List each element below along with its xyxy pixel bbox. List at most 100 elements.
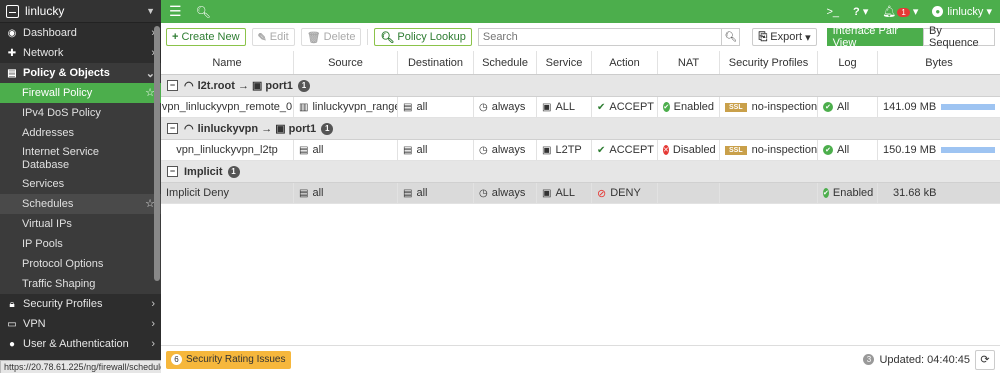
table-row[interactable]: vpn_linluckyvpn_l2tp ▤ all ▤ all ◷ always ▣…: [161, 140, 1000, 161]
chevron-down-icon: ▼: [146, 6, 155, 16]
collapse-icon[interactable]: −: [167, 80, 178, 91]
security-profile-cell: [720, 183, 818, 203]
check-circle-icon: ✔: [823, 145, 833, 155]
check-circle-icon: ✔: [663, 102, 670, 112]
search-icon[interactable]: 🔍︎: [196, 5, 211, 19]
nat-cell: [658, 183, 720, 203]
help-menu[interactable]: ? ▾: [853, 5, 868, 18]
column-header[interactable]: Security Profiles: [720, 51, 818, 74]
group-header[interactable]: − Implicit 1: [161, 161, 1000, 183]
sidebar-item-firewall-policy[interactable]: Firewall Policy ☆: [0, 83, 161, 103]
device-icon: [6, 4, 19, 18]
interface-pair-view-button[interactable]: Interface Pair View: [826, 25, 924, 49]
service-icon: ▣: [542, 187, 552, 199]
bytes-bar: [941, 147, 995, 153]
column-header[interactable]: Destination: [398, 51, 474, 74]
group-count: 1: [227, 165, 240, 178]
group-label: Implicit: [184, 165, 223, 178]
security-profile-cell: SSL no-inspection: [720, 140, 818, 160]
group-header[interactable]: − ◠ l2t.root → ▣ port1 1: [161, 75, 1000, 97]
log-cell: ✔ All: [818, 97, 878, 117]
policy-name: vpn_linluckyvpn_l2tp: [161, 140, 294, 160]
notification-count: 1: [897, 8, 910, 17]
sidebar-scrollbar[interactable]: [154, 26, 160, 281]
sidebar-item-protocol-options[interactable]: Protocol Options: [0, 254, 161, 274]
group-to: port1: [288, 122, 317, 135]
sidebar-item-policy-objects[interactable]: ▤ Policy & Objects ⌄: [0, 63, 161, 83]
check-icon: ✔: [597, 101, 606, 113]
clock-icon: ◷: [479, 144, 488, 156]
create-new-button[interactable]: + Create New: [166, 28, 246, 46]
destination-cell: ▤ all: [398, 183, 474, 203]
sidebar-item-label: Internet Service Database: [22, 145, 100, 171]
sidebar-item-user-authentication[interactable]: ● User & Authentication ›: [0, 334, 161, 354]
chevron-right-icon: ›: [151, 318, 155, 330]
sidebar-item-ipv4-dos-policy[interactable]: IPv4 DoS Policy: [0, 103, 161, 123]
sidebar-item-schedules[interactable]: Schedules ☆: [0, 194, 161, 214]
sidebar-item-label: Schedules: [22, 197, 74, 210]
search-input[interactable]: [478, 29, 722, 45]
group-count: 1: [321, 122, 334, 135]
column-header[interactable]: Name: [161, 51, 294, 74]
policy-lookup-button[interactable]: 🔍︎ Policy Lookup: [374, 28, 472, 46]
column-header[interactable]: Action: [592, 51, 658, 74]
notifications[interactable]: 🔔︎ 1 ▾: [882, 5, 918, 18]
column-header[interactable]: Service: [537, 51, 592, 74]
table-row[interactable]: vpn_linluckyvpn_remote_0 ▥ linluckyvpn_ra…: [161, 97, 1000, 118]
sidebar-item-label: Services: [22, 177, 65, 190]
sidebar-item-ip-pools[interactable]: IP Pools: [0, 234, 161, 254]
group-header[interactable]: − ◠ linluckyvpn → ▣ port1 1: [161, 118, 1000, 140]
table-row[interactable]: Implicit Deny ▤ all ▤ all ◷ always ▣ ALL ⊘ DE…: [161, 183, 1000, 204]
sidebar-item-network[interactable]: ✚ Network ›: [0, 43, 161, 63]
sidebar-item-label: Security Profiles: [23, 298, 103, 310]
device-name: linlucky: [25, 4, 65, 18]
bytes-cell: 31.68 kB: [893, 187, 937, 199]
service-icon: ▣: [542, 101, 552, 113]
updated-time: Updated: 04:40:45: [879, 353, 970, 366]
sidebar-item-dashboard[interactable]: ◉ Dashboard ›: [0, 23, 161, 43]
sidebar-item-internet-service-database[interactable]: Internet Service Database: [0, 143, 161, 174]
column-header[interactable]: NAT: [658, 51, 720, 74]
service-icon: ▣: [542, 144, 552, 156]
check-icon: ✔: [597, 144, 606, 156]
edit-button[interactable]: ✎ Edit: [251, 28, 295, 46]
sidebar-item-virtual-ips[interactable]: Virtual IPs: [0, 214, 161, 234]
refresh-icon[interactable]: ⟳: [975, 349, 995, 370]
export-button[interactable]: ⎘ Export ▾: [752, 28, 817, 46]
table-header: Name Source Destination Schedule Service…: [161, 51, 1000, 75]
sidebar-item-traffic-shaping[interactable]: Traffic Shaping: [0, 274, 161, 294]
pencil-icon: ✎: [257, 31, 267, 44]
delete-button[interactable]: 🗑︎ Delete: [300, 28, 362, 46]
by-sequence-button[interactable]: By Sequence: [923, 25, 995, 49]
sidebar-item-vpn[interactable]: ▭ VPN ›: [0, 314, 161, 334]
security-rating-button[interactable]: 6 Security Rating Issues: [166, 350, 291, 369]
user-menu[interactable]: ● linlucky ▾: [932, 5, 992, 18]
ssl-badge: SSL: [725, 102, 747, 112]
policy-icon: ▤: [7, 67, 17, 79]
x-circle-icon: ✕: [663, 145, 669, 155]
collapse-icon[interactable]: −: [167, 166, 178, 177]
column-header[interactable]: Log: [818, 51, 878, 74]
column-header[interactable]: Source: [294, 51, 398, 74]
sidebar-item-services[interactable]: Services: [0, 174, 161, 194]
sidebar-item-label: Virtual IPs: [22, 217, 72, 230]
cli-console-icon[interactable]: >_: [826, 6, 839, 18]
action-cell: ✔ ACCEPT: [592, 140, 658, 160]
footer: 6 Security Rating Issues 3 Updated: 04:4…: [161, 345, 1000, 373]
toolbar: + Create New ✎ Edit 🗑︎ Delete 🔍︎ Policy Look…: [161, 23, 1000, 51]
address-icon: ▤: [403, 101, 413, 113]
chevron-right-icon: ›: [151, 298, 155, 310]
chevron-right-icon: ›: [151, 338, 155, 350]
search-icon[interactable]: 🔍︎: [721, 29, 739, 45]
sidebar-item-addresses[interactable]: Addresses: [0, 123, 161, 143]
menu-icon[interactable]: ☰: [169, 3, 182, 20]
collapse-icon[interactable]: −: [167, 123, 178, 134]
column-header[interactable]: Bytes: [878, 51, 1000, 74]
security-profile-cell: SSL no-inspection: [720, 97, 818, 117]
policy-name: vpn_linluckyvpn_remote_0: [161, 97, 294, 117]
group-from: linluckyvpn: [197, 122, 259, 135]
column-header[interactable]: Schedule: [474, 51, 537, 74]
sidebar-item-security-profiles[interactable]: 🔒︎ Security Profiles ›: [0, 294, 161, 314]
device-selector[interactable]: linlucky ▼: [0, 0, 161, 23]
export-icon: ⎘: [758, 30, 768, 43]
